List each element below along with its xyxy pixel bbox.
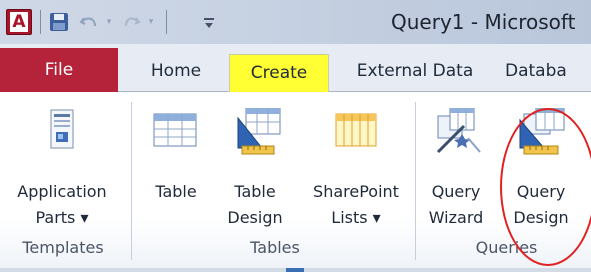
group-label-tables: Tables bbox=[250, 238, 300, 257]
table-design-button[interactable]: Table Design bbox=[222, 98, 288, 234]
redo-icon[interactable] bbox=[122, 10, 142, 34]
tab-external-data[interactable]: External Data bbox=[342, 52, 488, 92]
sharepoint-lists-label-2: Lists ▾ bbox=[331, 208, 381, 227]
query-wizard-label-2: Wizard bbox=[428, 208, 484, 227]
tab-home[interactable]: Home bbox=[132, 52, 220, 92]
table-icon bbox=[148, 108, 204, 158]
query-design-label-2: Design bbox=[513, 208, 569, 227]
application-parts-label-1: Application bbox=[17, 182, 107, 201]
table-design-icon bbox=[222, 107, 288, 158]
application-parts-label-2: Parts ▾ bbox=[35, 208, 89, 227]
table-button[interactable]: Table bbox=[148, 98, 204, 234]
table-design-label-2: Design bbox=[227, 208, 283, 227]
qa-separator bbox=[40, 10, 41, 34]
sharepoint-lists-button[interactable]: SharePoint Lists ▾ bbox=[308, 98, 404, 234]
table-label: Table bbox=[155, 182, 197, 201]
group-separator bbox=[131, 102, 132, 260]
query-wizard-button[interactable]: Query Wizard bbox=[424, 98, 488, 234]
ribbon-body: Application Parts ▾ Templates Table Tabl… bbox=[0, 92, 591, 272]
title-bar: A ▾ ▾ Query1 - Microsoft bbox=[0, 0, 591, 44]
undo-icon[interactable] bbox=[78, 10, 100, 34]
qa-separator bbox=[166, 10, 167, 34]
ribbon-tabs: File Home Create External Data Databa bbox=[0, 44, 591, 93]
sharepoint-lists-label-1: SharePoint bbox=[313, 182, 399, 201]
customize-quick-access-icon[interactable] bbox=[201, 10, 217, 34]
undo-dropdown-icon[interactable]: ▾ bbox=[104, 10, 114, 34]
ribbon-collapse-marker bbox=[286, 268, 304, 272]
group-label-templates: Templates bbox=[22, 238, 104, 257]
app-icon-letter: A bbox=[10, 12, 28, 32]
tab-file[interactable]: File bbox=[0, 48, 118, 92]
tab-database-tools[interactable]: Databa bbox=[505, 52, 591, 92]
query-design-label-1: Query bbox=[516, 182, 566, 201]
tab-create[interactable]: Create bbox=[229, 54, 329, 93]
sharepoint-lists-icon bbox=[308, 108, 404, 158]
application-parts-icon bbox=[10, 108, 114, 158]
group-label-queries: Queries bbox=[475, 238, 538, 257]
access-app-icon[interactable]: A bbox=[6, 9, 32, 35]
query-design-button[interactable]: Query Design bbox=[508, 98, 574, 234]
window-title: Query1 - Microsoft bbox=[391, 10, 576, 34]
save-icon[interactable] bbox=[48, 10, 70, 34]
group-separator bbox=[415, 102, 416, 260]
query-design-icon bbox=[508, 107, 574, 158]
redo-dropdown-icon[interactable]: ▾ bbox=[146, 10, 156, 34]
query-wizard-label-1: Query bbox=[431, 182, 481, 201]
query-wizard-icon bbox=[424, 107, 488, 158]
application-parts-button[interactable]: Application Parts ▾ bbox=[10, 98, 114, 234]
table-design-label-1: Table bbox=[234, 182, 276, 201]
